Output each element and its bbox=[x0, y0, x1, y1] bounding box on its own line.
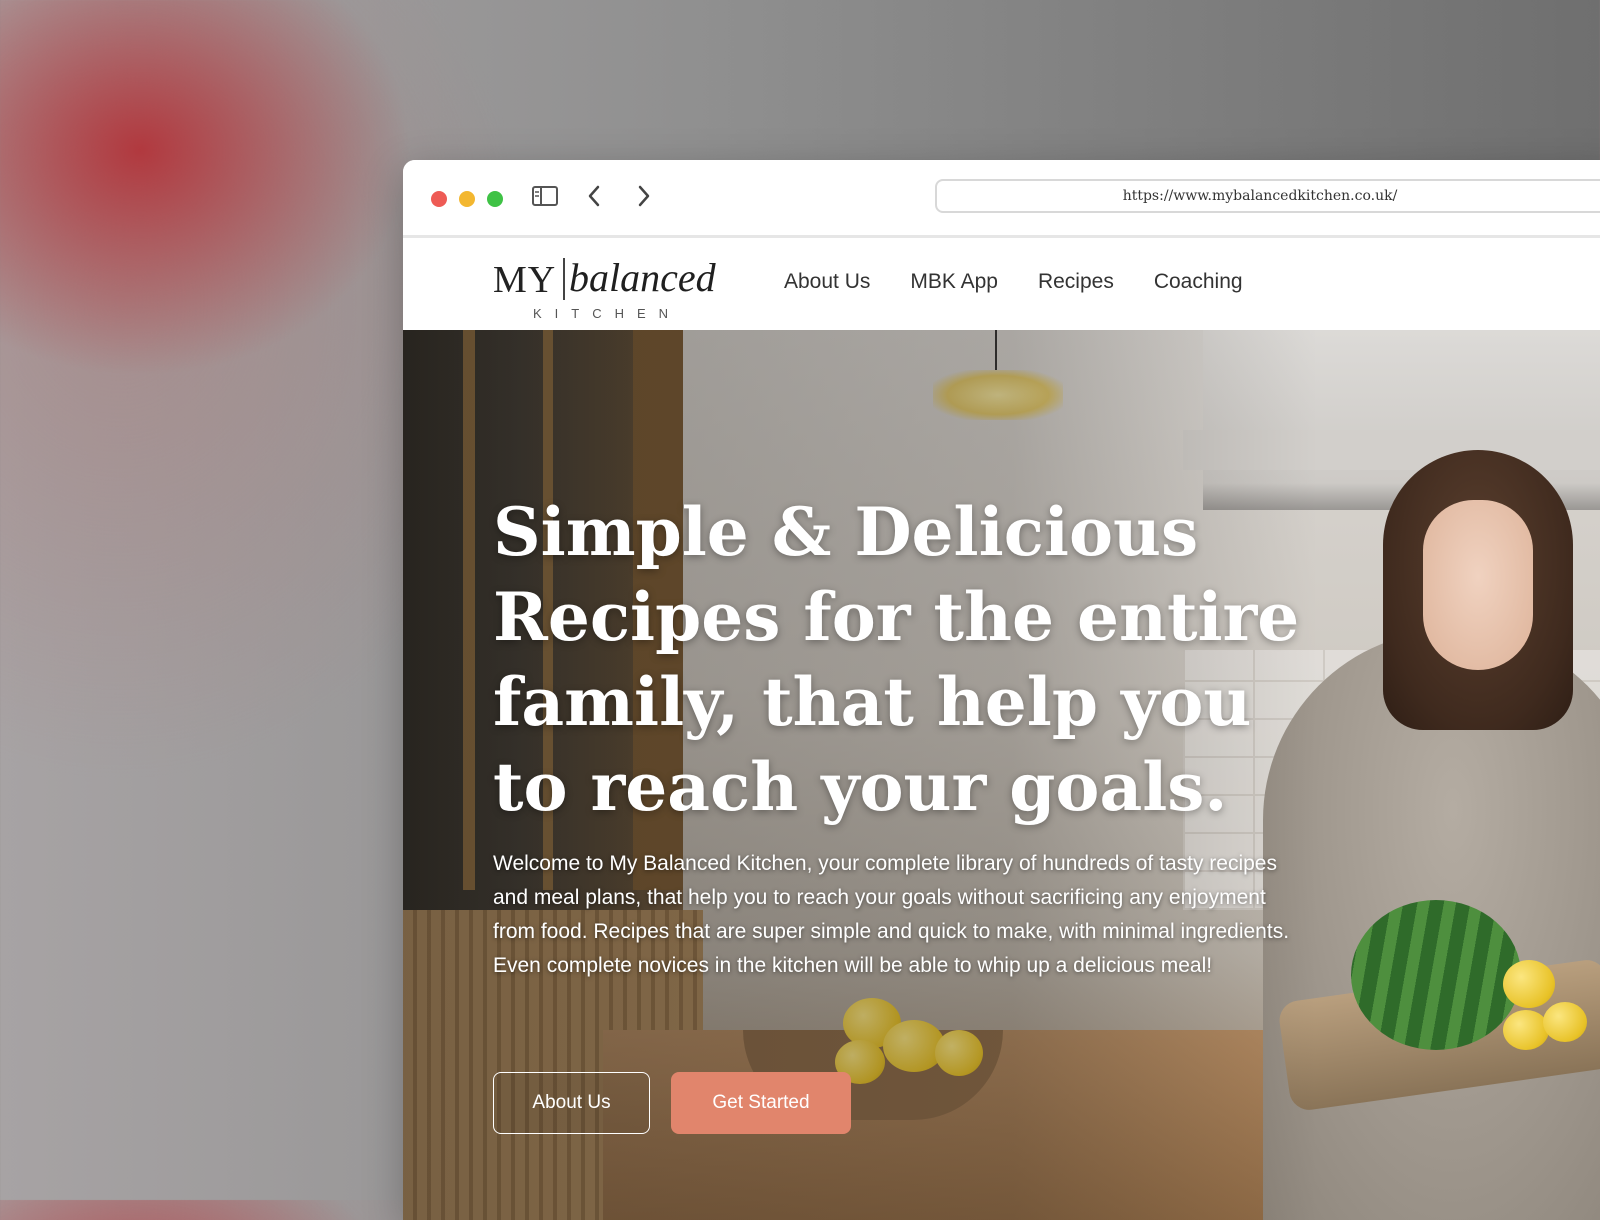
sidebar-toggle-button[interactable] bbox=[530, 178, 560, 218]
about-us-button[interactable]: About Us bbox=[493, 1072, 650, 1134]
nav-link-coaching[interactable]: Coaching bbox=[1154, 270, 1243, 294]
site-logo[interactable]: MY balanced KITCHEN bbox=[493, 252, 743, 322]
url-text: https://www.mybalancedkitchen.co.uk/ bbox=[1122, 188, 1398, 204]
logo-kitchen: KITCHEN bbox=[533, 306, 682, 321]
back-button[interactable] bbox=[579, 178, 609, 218]
forward-button[interactable] bbox=[629, 178, 659, 218]
nav-link-mbk-app[interactable]: MBK App bbox=[910, 270, 998, 294]
hero-description: Welcome to My Balanced Kitchen, your com… bbox=[493, 852, 1290, 977]
minimize-window-button[interactable] bbox=[459, 191, 475, 207]
browser-window: https://www.mybalancedkitchen.co.uk/ MY … bbox=[403, 160, 1600, 1220]
forward-arrow-icon bbox=[636, 184, 652, 212]
zoom-window-button[interactable] bbox=[487, 191, 503, 207]
nav-link-about-us[interactable]: About Us bbox=[784, 270, 870, 294]
sidebar-icon bbox=[532, 186, 558, 210]
close-window-button[interactable] bbox=[431, 191, 447, 207]
hero-heading: Simple & Delicious Recipes for the entir… bbox=[493, 493, 1300, 826]
browser-toolbar: https://www.mybalancedkitchen.co.uk/ bbox=[403, 160, 1600, 238]
logo-divider bbox=[563, 258, 565, 300]
hero-section: Simple & Delicious Recipes for the entir… bbox=[403, 330, 1600, 1220]
main-nav: About Us MBK App Recipes Coaching bbox=[784, 270, 1243, 294]
logo-my: MY bbox=[493, 259, 557, 301]
back-arrow-icon bbox=[586, 184, 602, 212]
address-bar[interactable]: https://www.mybalancedkitchen.co.uk/ bbox=[935, 179, 1600, 213]
logo-balanced: balanced bbox=[569, 255, 716, 300]
get-started-button[interactable]: Get Started bbox=[671, 1072, 851, 1134]
nav-link-recipes[interactable]: Recipes bbox=[1038, 270, 1114, 294]
site-header: MY balanced KITCHEN About Us MBK App Rec… bbox=[403, 238, 1600, 330]
